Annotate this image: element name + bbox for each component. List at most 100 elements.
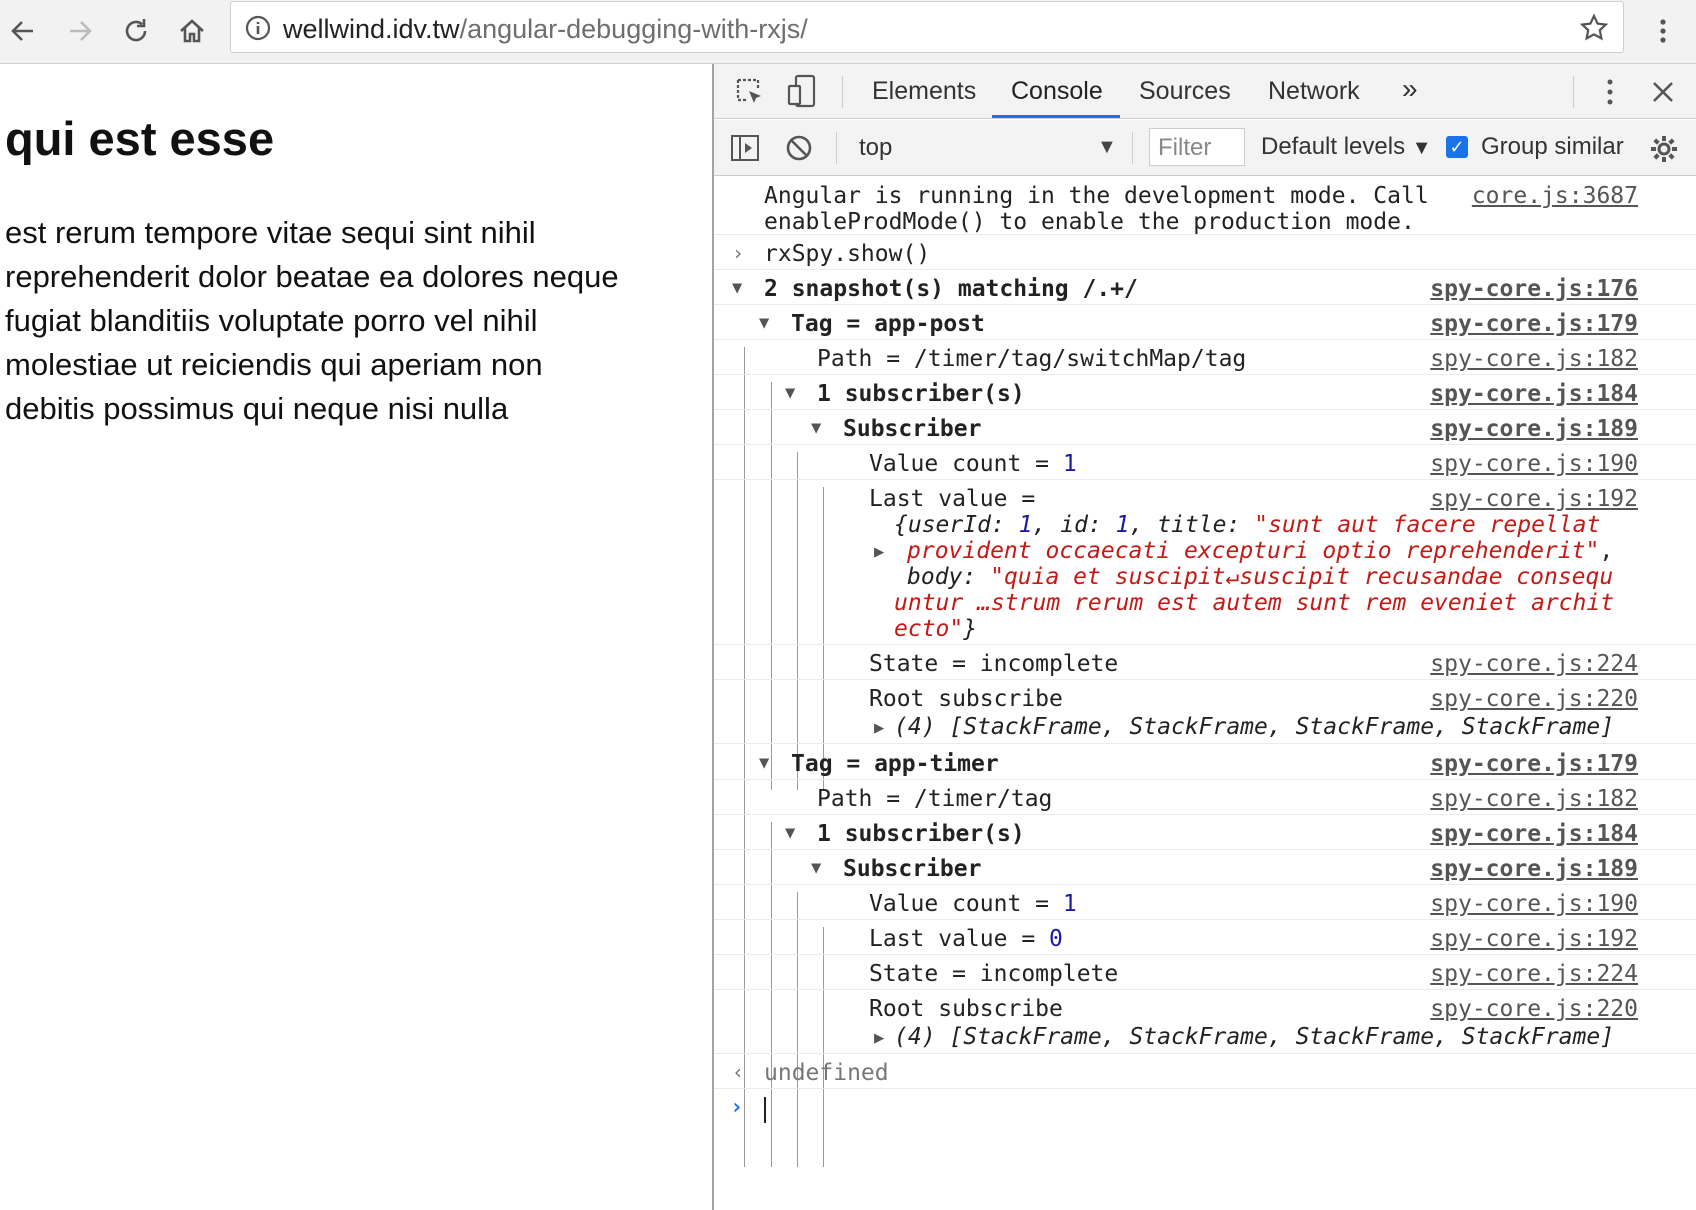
- stack-preview[interactable]: (4) [StackFrame, StackFrame, StackFrame,…: [894, 1024, 1614, 1050]
- object-string: "sunt aut facere repellat: [1254, 512, 1601, 538]
- brace: {: [894, 512, 908, 538]
- object-key: userId: [907, 512, 991, 538]
- source-link[interactable]: spy-core.js:190: [1430, 891, 1638, 917]
- toolbar-separator: [1132, 132, 1133, 164]
- reload-button[interactable]: [113, 8, 159, 54]
- tab-sources[interactable]: Sources: [1139, 77, 1231, 106]
- vertical-dots-icon: [1660, 19, 1666, 43]
- group-header-row[interactable]: ▼ 1 subscriber(s) spy-core.js:184: [714, 375, 1696, 410]
- browser-menu-button[interactable]: [1640, 8, 1686, 54]
- forward-arrow-icon: [70, 21, 92, 41]
- more-tabs-button[interactable]: »: [1402, 73, 1418, 105]
- log-text: Path = /timer/tag: [817, 786, 1053, 812]
- filter-input[interactable]: Filter: [1149, 128, 1245, 166]
- group-header-row[interactable]: ▼ Subscriber spy-core.js:189: [714, 850, 1696, 885]
- group-header-row[interactable]: ▼ Subscriber spy-core.js:189: [714, 410, 1696, 445]
- inspect-element-icon[interactable]: [734, 76, 766, 108]
- log-text: Last value =: [869, 486, 1036, 512]
- source-link[interactable]: spy-core.js:192: [1430, 926, 1638, 952]
- tab-network[interactable]: Network: [1268, 77, 1360, 106]
- expanded-triangle-icon[interactable]: ▼: [785, 383, 795, 403]
- context-dropdown-icon[interactable]: ▼: [1097, 136, 1117, 159]
- log-text: State = incomplete: [869, 651, 1119, 677]
- source-link[interactable]: spy-core.js:179: [1430, 751, 1638, 777]
- command-row: › rxSpy.show(): [714, 235, 1696, 270]
- log-row: Path = /timer/tag spy-core.js:182: [714, 780, 1696, 815]
- sidebar-toggle-icon[interactable]: [730, 134, 760, 162]
- address-bar[interactable]: wellwind.idv.tw/angular-debugging-with-r…: [230, 1, 1624, 53]
- log-row: Root subscribe spy-core.js:220 ▶ (4) [St…: [714, 680, 1696, 744]
- brace: }: [963, 616, 978, 642]
- value-count-label: Value count =: [869, 451, 1063, 477]
- group-header-row[interactable]: ▼ 1 subscriber(s) spy-core.js:184: [714, 815, 1696, 850]
- bookmark-star-icon[interactable]: [1579, 13, 1609, 43]
- source-link[interactable]: spy-core.js:189: [1430, 416, 1638, 442]
- url-path: /angular-debugging-with-rxjs/: [459, 14, 808, 44]
- post-body-line: fugiat blanditiis voluptate porro vel ni…: [5, 303, 538, 338]
- source-link[interactable]: spy-core.js:190: [1430, 451, 1638, 477]
- source-link[interactable]: spy-core.js:179: [1430, 311, 1638, 337]
- source-link[interactable]: spy-core.js:224: [1430, 961, 1638, 987]
- expanded-triangle-icon[interactable]: ▼: [811, 858, 821, 878]
- log-text: State = incomplete: [869, 961, 1119, 987]
- url-domain: wellwind.idv.tw: [283, 14, 460, 44]
- home-button[interactable]: [169, 8, 215, 54]
- log-levels-dropdown[interactable]: Default levels ▼: [1261, 133, 1432, 161]
- devtools-menu-icon[interactable]: [1605, 77, 1615, 107]
- result-text: undefined: [764, 1060, 889, 1086]
- group-header-row[interactable]: ▼ Tag = app-timer spy-core.js:179: [714, 744, 1696, 780]
- log-row: Root subscribe spy-core.js:220 ▶ (4) [St…: [714, 990, 1696, 1054]
- group-label: Tag = app-post: [791, 311, 985, 337]
- source-link[interactable]: spy-core.js:182: [1430, 346, 1638, 372]
- home-icon: [180, 19, 204, 43]
- forward-button[interactable]: [57, 8, 103, 54]
- source-link[interactable]: spy-core.js:182: [1430, 786, 1638, 812]
- console-settings-gear-icon[interactable]: [1649, 134, 1679, 164]
- group-header-row[interactable]: ▼ 2 snapshot(s) matching /.+/ spy-core.j…: [714, 270, 1696, 305]
- group-similar-checkbox[interactable]: ✓: [1446, 136, 1468, 158]
- source-link[interactable]: spy-core.js:184: [1430, 821, 1638, 847]
- source-link[interactable]: spy-core.js:224: [1430, 651, 1638, 677]
- info-icon[interactable]: [245, 15, 271, 41]
- device-toolbar-icon[interactable]: [786, 74, 818, 108]
- log-text: Path = /timer/tag/switchMap/tag: [817, 346, 1247, 372]
- object-number: 1: [1115, 512, 1130, 538]
- log-row: Last value = spy-core.js:192 {userId: 1,…: [714, 480, 1696, 645]
- close-devtools-icon[interactable]: [1651, 80, 1675, 104]
- expanded-triangle-icon[interactable]: ▼: [811, 418, 821, 438]
- log-row: Value count = 1 spy-core.js:190: [714, 885, 1696, 920]
- log-text: Root subscribe: [869, 996, 1063, 1022]
- source-link[interactable]: spy-core.js:192: [1430, 486, 1638, 512]
- value-count-number: 1: [1062, 891, 1077, 917]
- object-preview[interactable]: {userId: 1, id: 1, title: "sunt aut face…: [894, 512, 1600, 538]
- tab-console[interactable]: Console: [1011, 77, 1103, 106]
- object-key: body: [907, 564, 963, 590]
- console-prompt[interactable]: ›: [714, 1089, 1696, 1129]
- expanded-triangle-icon[interactable]: ▼: [785, 823, 795, 843]
- source-link[interactable]: spy-core.js:220: [1430, 996, 1638, 1022]
- expanded-triangle-icon[interactable]: ▼: [759, 753, 769, 773]
- tab-elements[interactable]: Elements: [872, 77, 976, 106]
- source-link[interactable]: core.js:3687: [1472, 183, 1638, 209]
- tab-separator: [1573, 76, 1574, 108]
- group-header-row[interactable]: ▼ Tag = app-post spy-core.js:179: [714, 305, 1696, 340]
- browser-toolbar: wellwind.idv.tw/angular-debugging-with-r…: [0, 0, 1696, 64]
- context-selector[interactable]: top: [859, 134, 892, 162]
- object-key: id: [1060, 512, 1088, 538]
- input-prompt-icon: ›: [732, 241, 745, 265]
- source-link[interactable]: spy-core.js:184: [1430, 381, 1638, 407]
- source-link[interactable]: spy-core.js:220: [1430, 686, 1638, 712]
- stack-preview[interactable]: (4) [StackFrame, StackFrame, StackFrame,…: [894, 714, 1614, 740]
- collapsed-triangle-icon[interactable]: ▶: [874, 718, 884, 738]
- collapsed-triangle-icon[interactable]: ▶: [874, 542, 884, 562]
- back-button[interactable]: [0, 8, 46, 54]
- collapsed-triangle-icon[interactable]: ▶: [874, 1028, 884, 1048]
- source-link[interactable]: spy-core.js:189: [1430, 856, 1638, 882]
- source-link[interactable]: spy-core.js:176: [1430, 276, 1638, 302]
- clear-console-icon[interactable]: [785, 134, 813, 162]
- expanded-triangle-icon[interactable]: ▼: [759, 313, 769, 333]
- expanded-triangle-icon[interactable]: ▼: [732, 278, 742, 298]
- url-text[interactable]: wellwind.idv.tw/angular-debugging-with-r…: [283, 14, 808, 45]
- last-value-number: 0: [1049, 926, 1063, 952]
- command-text: rxSpy.show(): [764, 241, 931, 267]
